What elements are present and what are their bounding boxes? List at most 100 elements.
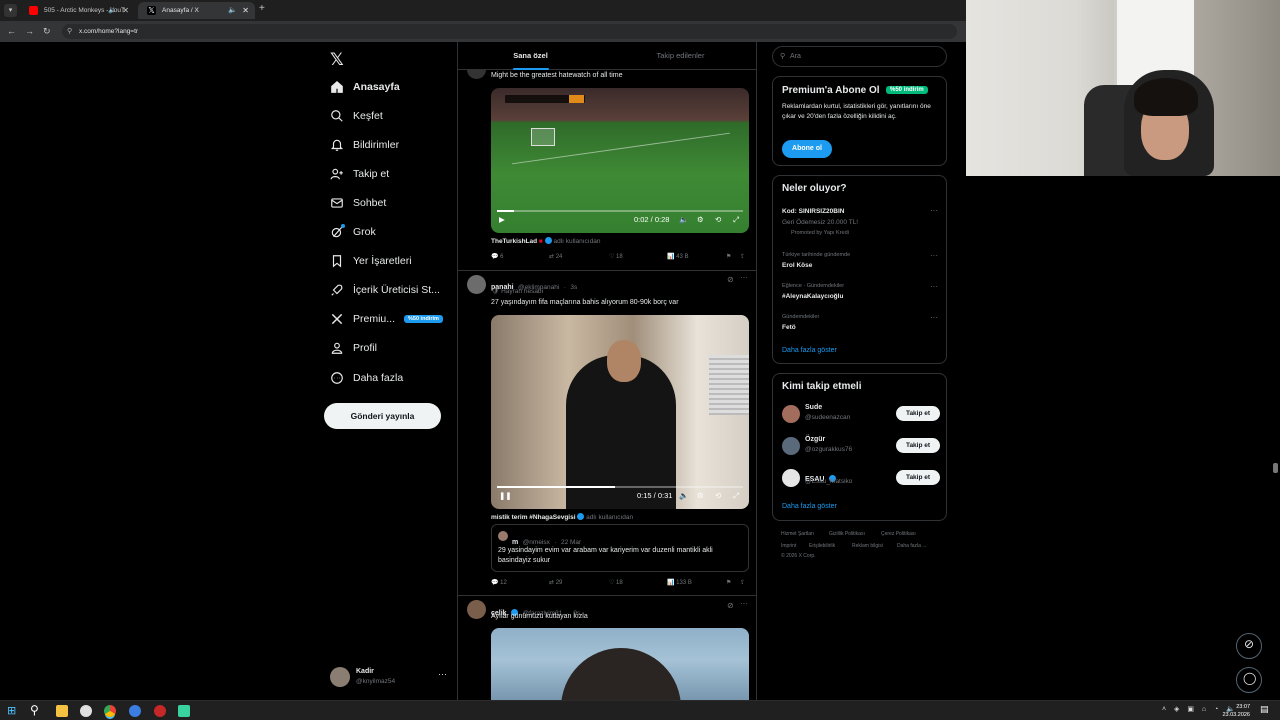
follow-button[interactable]: Takip et <box>896 438 940 453</box>
tab-for-you[interactable]: Sana özel <box>458 42 603 70</box>
play-icon[interactable]: ▶ <box>499 215 505 224</box>
volume-icon[interactable]: 🔈 <box>679 491 688 500</box>
settings-icon[interactable]: ⚙ <box>697 491 704 500</box>
reply-button[interactable]: 💬 6 <box>491 253 503 260</box>
avatar[interactable] <box>782 469 800 487</box>
nav-notifications[interactable]: Bildirimler <box>330 134 399 156</box>
repost-button[interactable]: ⇄ 24 <box>549 253 562 260</box>
clock[interactable]: 23:07 23.03.2026 <box>1222 703 1250 719</box>
nav-profile[interactable]: Profil <box>330 337 377 359</box>
footer-link[interactable]: Reklam bilgisi <box>852 543 883 549</box>
more-horizontal-icon[interactable]: ··· <box>930 282 938 291</box>
nav-premium[interactable]: Premiu... %50 indirim <box>330 308 443 330</box>
close-tab-icon[interactable]: ✕ <box>242 2 249 19</box>
share-icon[interactable]: ⇪ <box>740 579 745 586</box>
grok-icon[interactable]: ⊘ <box>727 601 734 610</box>
notification-icon[interactable]: ▤ <box>1260 704 1269 715</box>
tweet-media[interactable] <box>491 628 749 700</box>
file-explorer-icon[interactable] <box>56 705 68 717</box>
more-horizontal-icon[interactable]: ··· <box>930 206 938 215</box>
footer-link[interactable]: Erişilebilirlik <box>809 543 835 549</box>
like-button[interactable]: ♡ 18 <box>609 579 623 586</box>
suggested-user-name[interactable]: Özgür <box>805 436 825 443</box>
chrome-icon[interactable] <box>104 705 116 717</box>
tweet-time[interactable]: 3s <box>570 284 577 291</box>
more-horizontal-icon[interactable]: ··· <box>438 669 447 679</box>
nav-bookmarks[interactable]: Yer İşaretleri <box>330 250 412 272</box>
footer-link[interactable]: Çerez Politikası <box>881 531 916 537</box>
account-switcher[interactable]: Kadir @knyilmaz54 ··· <box>330 666 450 690</box>
windows-start-icon[interactable]: ⊞ <box>7 704 16 717</box>
new-tab-button[interactable]: + <box>259 3 265 14</box>
suggested-user-name[interactable]: Sude <box>805 404 822 411</box>
nav-creator-studio[interactable]: İçerik Üreticisi St... <box>330 279 440 301</box>
footer-link[interactable]: Gizlilik Politikası <box>829 531 865 537</box>
back-icon[interactable]: ← <box>7 24 16 39</box>
app-icon[interactable] <box>129 705 141 717</box>
avatar[interactable] <box>467 600 486 619</box>
fullscreen-icon[interactable]: ⤢ <box>733 215 739 225</box>
bookmark-icon[interactable]: ⚑ <box>726 579 731 586</box>
avatar[interactable] <box>782 405 800 423</box>
footer-link[interactable]: Daha fazla ... <box>897 543 926 549</box>
tab-list-button[interactable]: ▾ <box>4 4 17 17</box>
search-icon[interactable]: ⚲ <box>30 703 39 717</box>
reply-button[interactable]: 💬 12 <box>491 579 507 586</box>
video-progress-bar[interactable] <box>497 210 743 212</box>
discord-like-icon[interactable] <box>80 705 92 717</box>
video-progress-bar[interactable] <box>497 486 743 488</box>
nav-grok[interactable]: Grok <box>330 221 376 243</box>
more-horizontal-icon[interactable]: ··· <box>740 273 748 282</box>
follow-button[interactable]: Takip et <box>896 470 940 485</box>
views-counter[interactable]: 📊 133 B <box>667 579 692 586</box>
video-attribution[interactable]: mistik terim #NhagaSevgisi adlı kullanıc… <box>491 513 633 521</box>
video-attribution[interactable]: TheTurkishLad ■ adlı kullanıcıdan <box>491 237 600 245</box>
terminal-icon[interactable] <box>178 705 190 717</box>
search-input[interactable]: ⚲ Ara <box>772 46 947 67</box>
loop-icon[interactable]: ⟲ <box>715 215 721 224</box>
tweet-video[interactable]: ▶ 0:02 / 0:28 🔈 ⚙ ⟲ ⤢ <box>491 88 749 233</box>
speaker-icon[interactable]: 🔈 <box>228 2 237 19</box>
views-counter[interactable]: 📊 43 B <box>667 253 688 260</box>
volume-icon[interactable]: 🔈 <box>679 215 688 224</box>
show-more-link[interactable]: Daha fazla göster <box>782 503 837 510</box>
scrollbar[interactable] <box>1273 463 1278 473</box>
footer-link[interactable]: Hizmet Şartları <box>781 531 814 537</box>
tweet-video[interactable]: ❚❚ 0:15 / 0:31 🔈 ⚙ ⟲ ⤢ <box>491 315 749 509</box>
nav-chat[interactable]: Sohbet <box>330 192 386 214</box>
repost-button[interactable]: ⇄ 29 <box>549 579 562 586</box>
url-input[interactable]: ⚲ x.com/home?lang=tr <box>62 24 957 39</box>
grok-icon[interactable]: ⊘ <box>727 275 734 284</box>
record-icon[interactable] <box>154 705 166 717</box>
avatar[interactable] <box>467 275 486 294</box>
quoted-tweet[interactable]: m @nmeisx · 22 Mar 29 yasindayim evim va… <box>491 524 749 572</box>
nav-follow[interactable]: Takip et <box>330 163 389 185</box>
subscribe-button[interactable]: Abone ol <box>782 140 832 158</box>
bookmark-icon[interactable]: ⚑ <box>726 253 731 260</box>
speaker-icon[interactable]: 🔈 <box>108 2 117 19</box>
share-icon[interactable]: ⇪ <box>740 253 745 260</box>
messages-floating-button[interactable]: ◯ <box>1236 667 1262 693</box>
post-button[interactable]: Gönderi yayınla <box>324 403 441 429</box>
nav-more[interactable]: Daha fazla <box>330 367 403 389</box>
footer-link[interactable]: Imprint <box>781 543 796 549</box>
more-horizontal-icon[interactable]: ··· <box>930 313 938 322</box>
more-horizontal-icon[interactable]: ··· <box>930 251 938 260</box>
forward-icon[interactable]: → <box>25 24 34 39</box>
site-info-icon[interactable]: ⚲ <box>67 24 72 39</box>
fullscreen-icon[interactable]: ⤢ <box>733 491 739 501</box>
more-horizontal-icon[interactable]: ··· <box>740 599 748 608</box>
browser-tab-youtube[interactable]: 505 - Arctic Monkeys - YouT 🔈 ✕ <box>20 2 135 19</box>
nav-explore[interactable]: Keşfet <box>330 105 383 127</box>
browser-tab-x[interactable]: 𝕏 Anasayfa / X 🔈 ✕ <box>138 2 255 19</box>
loop-icon[interactable]: ⟲ <box>715 491 721 500</box>
settings-icon[interactable]: ⚙ <box>697 215 704 224</box>
follow-button[interactable]: Takip et <box>896 406 940 421</box>
nav-home[interactable]: Anasayfa <box>330 76 400 98</box>
avatar[interactable] <box>782 437 800 455</box>
tab-following[interactable]: Takip edilenler <box>608 42 753 70</box>
like-button[interactable]: ♡ 18 <box>609 253 623 260</box>
x-logo-icon[interactable]: 𝕏 <box>330 50 344 70</box>
close-tab-icon[interactable]: ✕ <box>122 2 129 19</box>
show-more-link[interactable]: Daha fazla göster <box>782 347 837 354</box>
